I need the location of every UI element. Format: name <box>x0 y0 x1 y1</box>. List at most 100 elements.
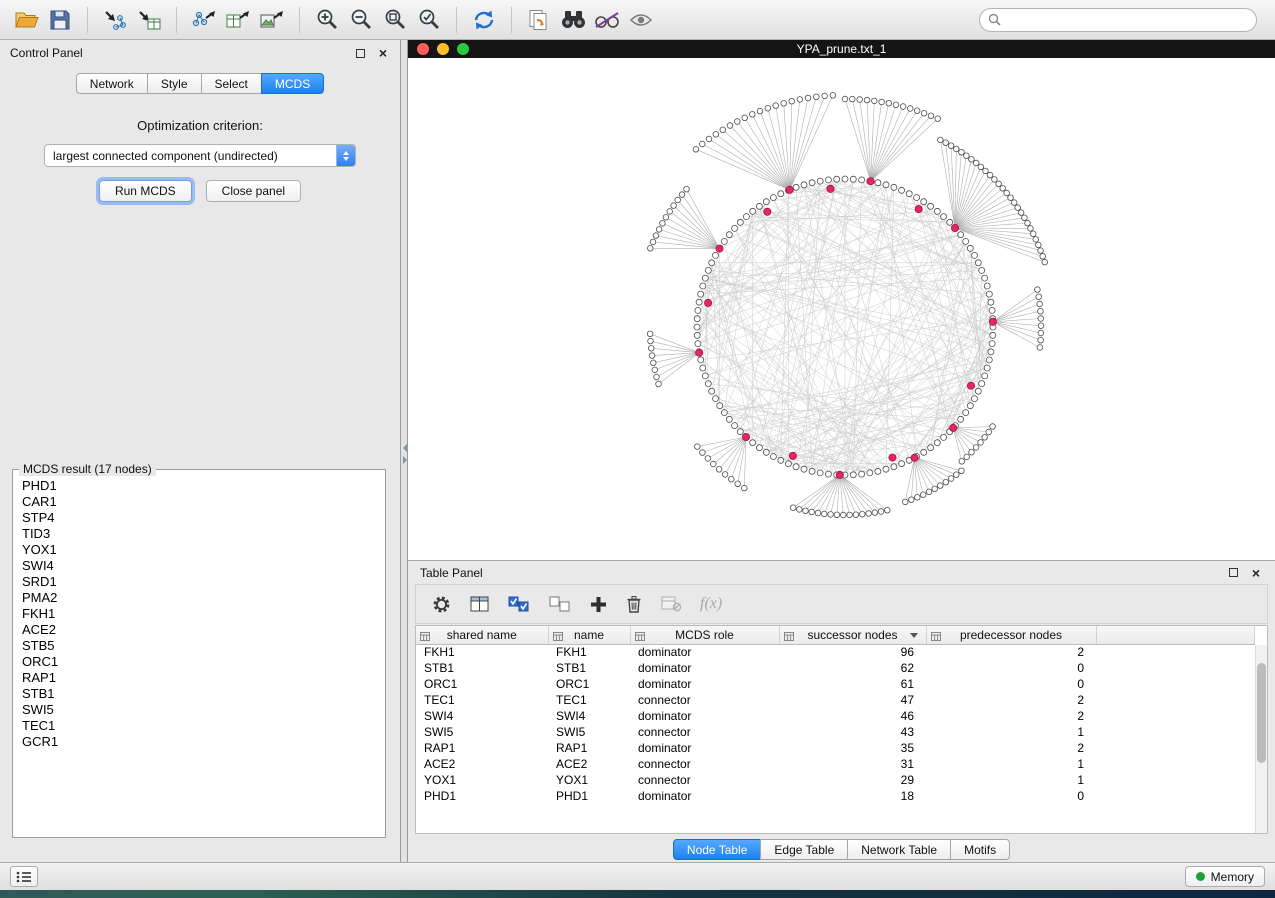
panel-divider-handle[interactable] <box>401 444 408 470</box>
table-row[interactable]: TEC1TEC1connector472 <box>416 692 1255 708</box>
import-network-button[interactable] <box>99 4 131 36</box>
save-button[interactable] <box>44 4 76 36</box>
mcds-node-item[interactable]: RAP1 <box>16 670 382 686</box>
open-file-button[interactable] <box>10 4 42 36</box>
toolbar-separator <box>456 7 457 33</box>
panel-menu-button[interactable] <box>10 866 38 887</box>
table-row[interactable]: RAP1RAP1dominator352 <box>416 740 1255 756</box>
table-row[interactable]: ACE2ACE2connector311 <box>416 756 1255 772</box>
zoom-selected-button[interactable] <box>413 4 445 36</box>
mcds-node-item[interactable]: STP4 <box>16 510 382 526</box>
eye-icon <box>629 12 653 28</box>
zoom-out-button[interactable] <box>345 4 377 36</box>
memory-status-icon <box>1196 872 1205 881</box>
tab-network-table[interactable]: Network Table <box>847 839 951 860</box>
memory-button[interactable]: Memory <box>1185 866 1265 887</box>
find-button[interactable] <box>557 4 589 36</box>
mcds-node-item[interactable]: TID3 <box>16 526 382 542</box>
search-input[interactable] <box>1006 13 1248 27</box>
control-panel-close-button[interactable]: × <box>376 46 390 60</box>
window-minimize-button[interactable] <box>437 43 449 55</box>
mcds-node-item[interactable]: ACE2 <box>16 622 382 638</box>
zoom-fit-button[interactable] <box>379 4 411 36</box>
zoom-in-icon <box>316 8 339 31</box>
mcds-node-item[interactable]: GCR1 <box>16 734 382 750</box>
search-box[interactable] <box>979 8 1257 32</box>
tab-mcds[interactable]: MCDS <box>261 73 324 94</box>
criterion-dropdown-value: largest connected component (undirected) <box>45 149 336 163</box>
mcds-node-item[interactable]: YOX1 <box>16 542 382 558</box>
mcds-node-item[interactable]: STB1 <box>16 686 382 702</box>
table-scrollbar[interactable] <box>1255 645 1267 833</box>
select-all-button[interactable] <box>508 596 530 613</box>
column-header-predecessor-nodes[interactable]: predecessor nodes <box>926 626 1096 644</box>
save-icon <box>50 10 70 30</box>
mcds-node-item[interactable]: PHD1 <box>16 478 382 494</box>
mcds-result-fieldset: MCDS result (17 nodes) PHD1CAR1STP4TID3Y… <box>12 462 386 838</box>
float-panel-icon <box>356 49 365 58</box>
tab-node-table[interactable]: Node Table <box>673 839 762 860</box>
tab-style[interactable]: Style <box>147 73 202 94</box>
table-panel-float-button[interactable] <box>1226 566 1240 580</box>
export-image-icon <box>260 9 284 31</box>
window-close-button[interactable] <box>417 43 429 55</box>
table-panel-close-button[interactable]: × <box>1249 566 1263 580</box>
mcds-node-item[interactable]: SRD1 <box>16 574 382 590</box>
table-row[interactable]: PHD1PHD1dominator180 <box>416 788 1255 804</box>
run-mcds-button[interactable]: Run MCDS <box>99 180 192 202</box>
import-table-button[interactable] <box>133 4 165 36</box>
criterion-dropdown[interactable]: largest connected component (undirected) <box>44 144 356 167</box>
control-panel-float-button[interactable] <box>353 46 367 60</box>
mcds-node-item[interactable]: SWI5 <box>16 702 382 718</box>
table-row[interactable]: SWI5SWI5connector431 <box>416 724 1255 740</box>
column-header-successor-nodes[interactable]: successor nodes <box>779 626 926 644</box>
function-builder-button-disabled[interactable]: f(x) <box>700 595 722 613</box>
float-panel-icon <box>1229 568 1238 577</box>
add-column-button[interactable] <box>590 596 607 613</box>
close-panel-button[interactable]: Close panel <box>206 180 301 202</box>
mcds-node-item[interactable]: PMA2 <box>16 590 382 606</box>
delete-table-button-disabled[interactable] <box>661 596 681 612</box>
column-header-shared-name[interactable]: shared name <box>416 626 548 644</box>
eye-button[interactable] <box>625 4 657 36</box>
table-row[interactable]: SWI4SWI4dominator462 <box>416 708 1255 724</box>
export-table-button[interactable] <box>222 4 254 36</box>
panel-divider[interactable] <box>401 40 408 862</box>
table-row[interactable]: ORC1ORC1dominator610 <box>416 676 1255 692</box>
mcds-result-list[interactable]: PHD1CAR1STP4TID3YOX1SWI4SRD1PMA2FKH1ACE2… <box>16 478 382 834</box>
tab-edge-table[interactable]: Edge Table <box>760 839 848 860</box>
tab-motifs[interactable]: Motifs <box>950 839 1010 860</box>
zoom-in-button[interactable] <box>311 4 343 36</box>
window-zoom-button[interactable] <box>457 43 469 55</box>
network-canvas[interactable] <box>408 58 1274 561</box>
table-row[interactable]: STB1STB1dominator620 <box>416 660 1255 676</box>
export-network-button[interactable] <box>188 4 220 36</box>
mcds-node-item[interactable]: SWI4 <box>16 558 382 574</box>
tab-network[interactable]: Network <box>76 73 148 94</box>
select-all-icon <box>508 596 530 613</box>
delete-column-button[interactable] <box>626 595 642 613</box>
mcds-node-item[interactable]: TEC1 <box>16 718 382 734</box>
eyeglasses-button[interactable] <box>591 4 623 36</box>
table-panel-title: Table Panel <box>420 566 483 580</box>
mcds-node-item[interactable]: FKH1 <box>16 606 382 622</box>
refresh-icon <box>472 9 496 31</box>
tab-select[interactable]: Select <box>201 73 262 94</box>
table-row[interactable]: FKH1FKH1dominator962 <box>416 644 1255 660</box>
deselect-all-button[interactable] <box>549 596 571 613</box>
mcds-node-item[interactable]: ORC1 <box>16 654 382 670</box>
table-settings-button[interactable] <box>432 595 451 614</box>
show-columns-button[interactable] <box>470 596 489 612</box>
table-row[interactable]: YOX1YOX1connector291 <box>416 772 1255 788</box>
refresh-button[interactable] <box>468 4 500 36</box>
copy-button[interactable] <box>523 4 555 36</box>
table-scrollbar-thumb[interactable] <box>1257 663 1266 763</box>
attribute-icon <box>420 630 430 644</box>
export-image-button[interactable] <box>256 4 288 36</box>
column-header-name[interactable]: name <box>548 626 630 644</box>
mcds-node-item[interactable]: CAR1 <box>16 494 382 510</box>
zoom-selected-icon <box>418 8 441 31</box>
delete-table-icon <box>661 596 681 612</box>
mcds-node-item[interactable]: STB5 <box>16 638 382 654</box>
column-header-mcds-role[interactable]: MCDS role <box>630 626 779 644</box>
